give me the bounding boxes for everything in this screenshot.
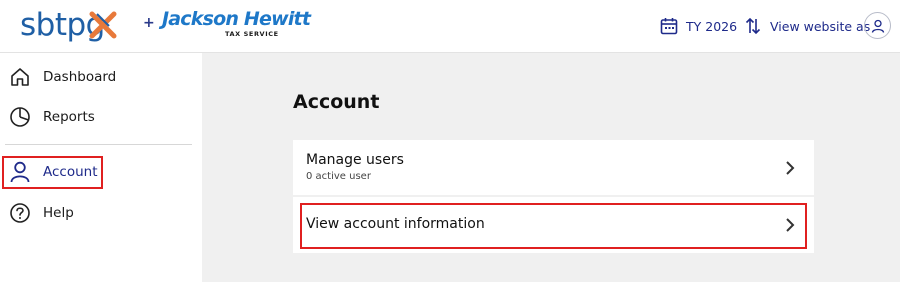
- sidebar-item-help[interactable]: Help: [0, 195, 192, 231]
- sidebar: Dashboard Reports Account Help: [0, 53, 202, 282]
- view-website-as-button[interactable]: View website as: [744, 0, 870, 52]
- account-highlight-box: [2, 156, 103, 189]
- card-subtitle: 0 active user: [306, 171, 371, 182]
- manage-users-card[interactable]: Manage users 0 active user: [293, 140, 814, 195]
- swap-arrows-icon: [745, 17, 761, 35]
- tax-year-label: TY 2026: [686, 18, 738, 34]
- sidebar-item-label: Dashboard: [43, 69, 117, 85]
- page-title: Account: [293, 91, 380, 113]
- main-content: Account Manage users 0 active user View …: [202, 53, 900, 282]
- view-website-as-label: View website as: [770, 18, 871, 34]
- sbtpg-x-logo-icon: [89, 11, 117, 39]
- sidebar-item-reports[interactable]: Reports: [0, 99, 192, 135]
- top-header: sbtpg + Jackson Hewitt TAX SERVICE TY 20…: [0, 0, 900, 53]
- user-avatar-button[interactable]: [864, 12, 891, 39]
- help-icon: [9, 202, 31, 224]
- sidebar-item-label: Help: [43, 205, 74, 221]
- chevron-right-icon: [786, 160, 795, 175]
- logo-plus-sign: +: [143, 15, 155, 31]
- calendar-icon: [660, 18, 678, 35]
- card-title: Manage users: [306, 152, 404, 168]
- account-info-highlight-box: [300, 203, 807, 249]
- home-icon: [9, 66, 31, 88]
- pie-chart-icon: [9, 106, 31, 128]
- jackson-hewitt-logo: Jackson Hewitt TAX SERVICE: [162, 8, 311, 38]
- sidebar-divider: [5, 144, 192, 145]
- sidebar-item-dashboard[interactable]: Dashboard: [0, 59, 192, 95]
- partner-name: Jackson Hewitt: [162, 8, 311, 30]
- user-icon: [871, 19, 884, 33]
- tax-year-selector[interactable]: TY 2026: [660, 0, 737, 52]
- sidebar-item-label: Reports: [43, 109, 95, 125]
- partner-subtitle: TAX SERVICE: [225, 30, 279, 38]
